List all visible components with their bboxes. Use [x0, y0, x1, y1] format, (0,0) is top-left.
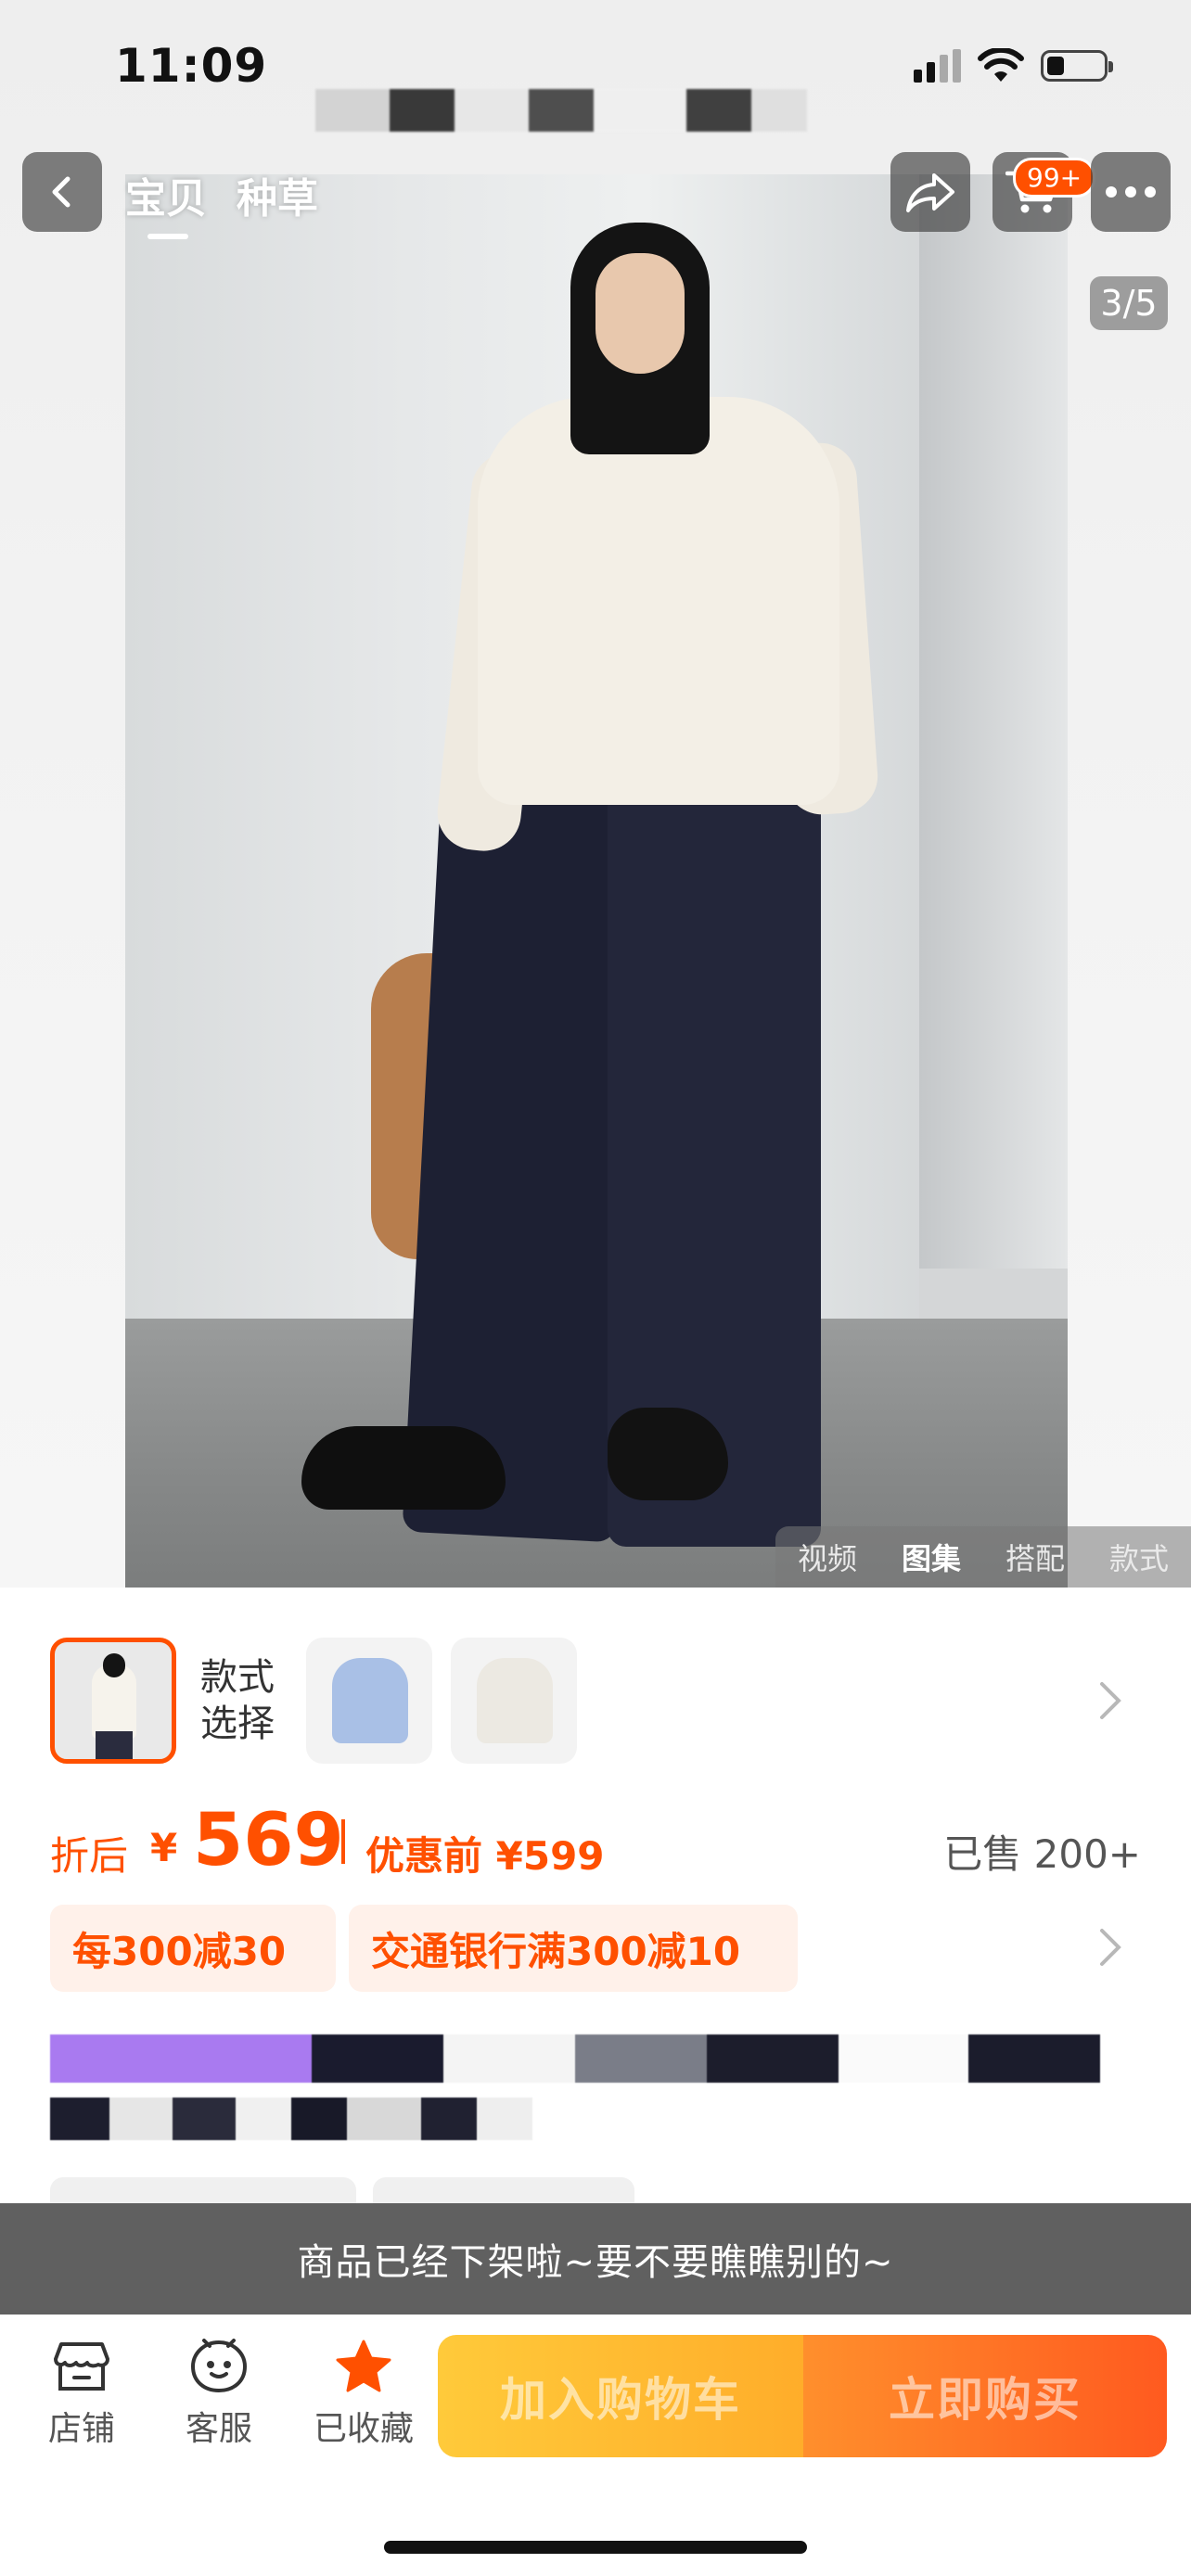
cellular-signal-icon: [914, 49, 961, 83]
tab-recommend[interactable]: 种草: [237, 165, 318, 224]
bottom-action-bar: 店铺 客服 已收藏 加入购物车 立即购买: [0, 2315, 1191, 2576]
media-tab-outfit[interactable]: 搭配: [1005, 1536, 1065, 1578]
chevron-right-icon[interactable]: [1098, 1680, 1122, 1721]
service-button[interactable]: 客服: [163, 2339, 275, 2450]
more-button[interactable]: [1091, 152, 1171, 232]
shop-button[interactable]: 店铺: [26, 2339, 137, 2450]
back-icon: [52, 176, 70, 208]
product-photo[interactable]: [125, 174, 1068, 1588]
price-before: 优惠前 ¥599: [365, 1825, 605, 1881]
blurred-product-subtitle: [50, 2098, 532, 2140]
price-before-value: ¥599: [495, 1833, 605, 1879]
thumb-sweater: [477, 1658, 553, 1743]
price-divider: [341, 1819, 345, 1864]
status-time: 11:09: [115, 39, 268, 93]
style-thumb-selected[interactable]: [50, 1638, 176, 1764]
nav-tabs: 宝贝 种草: [125, 165, 318, 239]
style-thumb-cream[interactable]: [451, 1638, 577, 1764]
style-select-label: 款式选择: [200, 1656, 275, 1745]
service-label: 客服: [185, 2410, 252, 2448]
promo-row[interactable]: 每300减30 交通银行满300减10: [50, 1905, 1141, 1994]
promo-chip[interactable]: 交通银行满300减10: [349, 1905, 798, 1992]
sold-count: 已售 200+: [943, 1831, 1141, 1877]
back-button[interactable]: [22, 152, 102, 232]
shop-label: 店铺: [47, 2410, 115, 2448]
promo-chip[interactable]: 每300减30: [50, 1905, 336, 1992]
service-icon: [190, 2339, 248, 2393]
add-to-cart-button[interactable]: 加入购物车: [438, 2335, 803, 2457]
model-face: [596, 253, 685, 374]
media-tab-style[interactable]: 款式: [1109, 1536, 1169, 1578]
media-tab-gallery[interactable]: 图集: [902, 1536, 961, 1578]
share-button[interactable]: [890, 152, 970, 232]
share-icon: [906, 173, 954, 212]
style-thumb-blue[interactable]: [306, 1638, 432, 1764]
photo-wall-pillar: [919, 174, 1068, 1352]
media-tabs: 视频 图集 搭配 款式: [775, 1526, 1191, 1588]
blurred-product-title: [50, 2034, 1100, 2083]
home-indicator[interactable]: [384, 2541, 807, 2554]
thumb-pants: [96, 1731, 133, 1759]
star-icon: [336, 2340, 391, 2392]
price-currency: ¥: [150, 1825, 178, 1870]
favorite-button[interactable]: 已收藏: [299, 2339, 429, 2450]
delisted-notice: 商品已经下架啦~要不要瞧瞧别的~: [0, 2203, 1191, 2315]
more-icon: [1106, 186, 1156, 198]
model-shoe: [301, 1426, 506, 1510]
blurred-header-text: [315, 89, 807, 132]
model-shoe: [608, 1408, 728, 1500]
wifi-icon: [978, 48, 1024, 82]
chevron-right-icon[interactable]: [1098, 1927, 1122, 1968]
faded-tags: [50, 2177, 634, 2205]
price-row: 折后 ¥ 569 优惠前 ¥599 已售 200+: [50, 1799, 1141, 1882]
favorite-label: 已收藏: [313, 2410, 414, 2448]
media-tab-video[interactable]: 视频: [798, 1536, 857, 1578]
tab-item[interactable]: 宝贝: [125, 165, 207, 239]
image-counter: 3/5: [1090, 276, 1168, 330]
thumb-head: [103, 1653, 125, 1677]
cart-badge: 99+: [1013, 158, 1096, 198]
battery-icon: [1041, 50, 1113, 82]
model-sweater: [478, 397, 839, 805]
buy-now-button[interactable]: 立即购买: [803, 2335, 1167, 2457]
price-value: 569: [193, 1799, 344, 1882]
product-gallery[interactable]: 11:09 宝贝 种草 99+ 3/5 视频 图集 搭配 款式: [0, 0, 1191, 1588]
thumb-sweater: [332, 1658, 408, 1743]
price-after-label: 折后: [50, 1833, 129, 1879]
status-icons: [914, 48, 1113, 83]
price-before-label: 优惠前: [365, 1833, 483, 1879]
shop-icon: [54, 2342, 109, 2391]
style-selector[interactable]: 款式选择: [50, 1638, 1141, 1767]
